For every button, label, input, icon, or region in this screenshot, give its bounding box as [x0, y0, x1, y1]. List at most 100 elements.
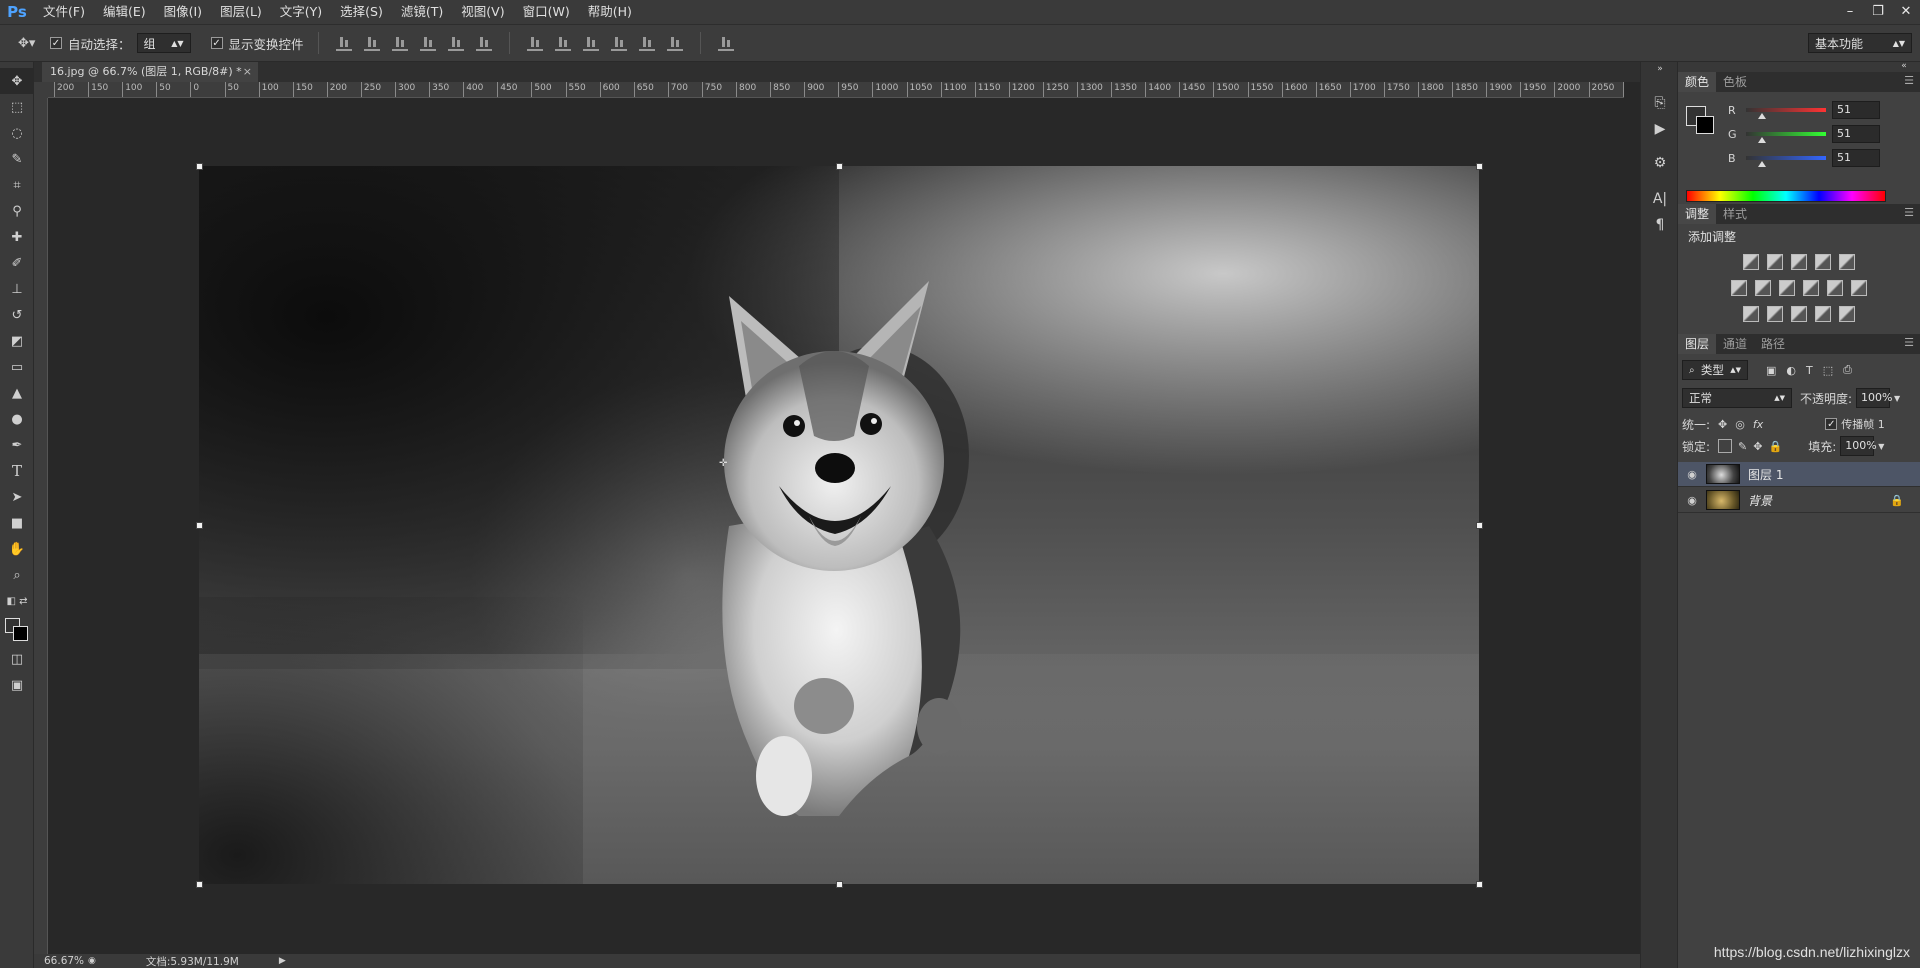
filter-type-icon[interactable]: T — [1806, 364, 1813, 377]
paragraph-panel-icon[interactable]: ¶ — [1641, 212, 1679, 238]
eraser-tool-icon[interactable]: ◩ — [0, 328, 34, 354]
align-right-icon[interactable] — [475, 35, 492, 51]
curves-icon[interactable] — [1791, 254, 1807, 270]
collapse-arrows-icon[interactable]: » — [1641, 62, 1679, 76]
red-slider[interactable] — [1746, 108, 1826, 119]
lock-transparent-icon[interactable] — [1718, 439, 1733, 453]
transform-handle-tc[interactable] — [836, 163, 843, 170]
transform-handle-bl[interactable] — [196, 881, 203, 888]
transform-handle-tl[interactable] — [196, 163, 203, 170]
tab-swatches[interactable]: 色板 — [1716, 72, 1754, 92]
restore-button[interactable]: ❐ — [1864, 0, 1892, 22]
healing-tool-icon[interactable]: ✚ — [0, 224, 34, 250]
type-tool-icon[interactable]: T — [0, 458, 34, 484]
red-slider-thumb[interactable] — [1758, 113, 1766, 119]
unify-style-icon[interactable]: fx — [1753, 418, 1763, 431]
vibrance-icon[interactable] — [1839, 254, 1855, 270]
filter-smart-object-icon[interactable]: ⎙ — [1843, 363, 1852, 377]
align-vcenter-icon[interactable] — [363, 35, 380, 51]
red-value-field[interactable]: 51 — [1832, 101, 1880, 119]
hand-tool-icon[interactable]: ✋ — [0, 536, 34, 562]
lock-image-icon[interactable]: ✎ — [1738, 440, 1747, 453]
green-slider[interactable] — [1746, 132, 1826, 143]
auto-select-dropdown[interactable]: 组 ▲▼ — [136, 33, 191, 53]
dropdown-arrow-icon[interactable]: ▼ — [1894, 394, 1900, 403]
transform-handle-br[interactable] — [1476, 881, 1483, 888]
threshold-icon[interactable] — [1791, 306, 1807, 322]
auto-select-checkbox[interactable]: ✓ — [50, 37, 62, 49]
panel-menu-icon[interactable]: ☰ — [1904, 74, 1914, 87]
move-tool-icon[interactable]: ✥▾ — [18, 36, 44, 51]
hue-saturation-icon[interactable] — [1731, 280, 1747, 296]
move-tool-icon[interactable]: ✥ — [0, 68, 34, 94]
character-panel-icon[interactable]: A| — [1641, 186, 1679, 212]
tab-layers[interactable]: 图层 — [1678, 334, 1717, 354]
panel-menu-icon[interactable]: ☰ — [1904, 206, 1914, 219]
invert-icon[interactable] — [1743, 306, 1759, 322]
status-menu-arrow-icon[interactable]: ▶ — [279, 956, 286, 966]
unify-visibility-icon[interactable]: ◎ — [1735, 418, 1745, 431]
levels-icon[interactable] — [1767, 254, 1783, 270]
lock-all-icon[interactable]: 🔒 — [1768, 440, 1782, 453]
align-left-icon[interactable] — [419, 35, 436, 51]
menu-view[interactable]: 视图(V) — [452, 0, 513, 24]
screen-mode-icon[interactable]: ▣ — [0, 672, 34, 698]
menu-help[interactable]: 帮助(H) — [579, 0, 641, 24]
distribute-hcenter-icon[interactable] — [638, 35, 655, 51]
menu-file[interactable]: 文件(F) — [34, 0, 94, 24]
photo-filter-icon[interactable] — [1803, 280, 1819, 296]
tab-adjustments[interactable]: 调整 — [1678, 204, 1717, 224]
align-bottom-icon[interactable] — [391, 35, 408, 51]
panel-collapse-icon[interactable]: « — [1894, 60, 1914, 72]
fill-field[interactable]: 100% — [1840, 436, 1877, 456]
panel-menu-icon[interactable]: ☰ — [1904, 336, 1914, 349]
gradient-map-icon[interactable] — [1839, 306, 1855, 322]
filter-shape-icon[interactable]: ⬚ — [1823, 364, 1833, 377]
transform-handle-mr[interactable] — [1476, 522, 1483, 529]
channel-mixer-icon[interactable] — [1827, 280, 1843, 296]
dropdown-arrow-icon[interactable]: ▼ — [1878, 442, 1884, 451]
zoom-level[interactable]: 66.67% — [34, 955, 88, 967]
color-lookup-icon[interactable] — [1851, 280, 1867, 296]
menu-window[interactable]: 窗口(W) — [514, 0, 579, 24]
posterize-icon[interactable] — [1767, 306, 1783, 322]
pen-tool-icon[interactable]: ✒ — [0, 432, 34, 458]
blur-tool-icon[interactable]: ▲ — [0, 380, 34, 406]
blue-slider[interactable] — [1746, 156, 1826, 167]
distribute-top-icon[interactable] — [526, 35, 543, 51]
green-value-field[interactable]: 51 — [1832, 125, 1880, 143]
history-panel-icon[interactable]: ⎘ — [1641, 90, 1679, 116]
opacity-field[interactable]: 100% — [1856, 388, 1893, 408]
green-slider-thumb[interactable] — [1758, 137, 1766, 143]
zoom-tool-icon[interactable]: ⌕ — [0, 562, 34, 588]
menu-filter[interactable]: 滤镜(T) — [392, 0, 452, 24]
propagate-frame-checkbox[interactable]: ✓ — [1825, 418, 1838, 430]
tab-color[interactable]: 颜色 — [1678, 72, 1717, 92]
filter-pixel-icon[interactable]: ▣ — [1766, 364, 1776, 377]
selective-color-icon[interactable] — [1815, 306, 1831, 322]
color-balance-icon[interactable] — [1755, 280, 1771, 296]
color-spectrum[interactable] — [1686, 190, 1886, 202]
layer-row-layer1[interactable]: ◉ 图层 1 — [1678, 462, 1920, 487]
shape-tool-icon[interactable]: ■ — [0, 510, 34, 536]
document-image[interactable]: ✛ — [199, 166, 1479, 884]
unify-position-icon[interactable]: ✥ — [1718, 418, 1727, 431]
minimize-button[interactable]: – — [1836, 0, 1864, 22]
show-transform-checkbox[interactable]: ✓ — [210, 37, 223, 49]
layer-name[interactable]: 图层 1 — [1748, 466, 1783, 483]
properties-panel-icon[interactable]: ⚙ — [1641, 150, 1679, 176]
background-swatch[interactable] — [1696, 116, 1714, 134]
blue-value-field[interactable]: 51 — [1832, 149, 1880, 167]
close-window-button[interactable]: ✕ — [1892, 0, 1920, 22]
menu-type[interactable]: 文字(Y) — [271, 0, 331, 24]
eye-icon[interactable]: ◉ — [1678, 468, 1706, 481]
blue-slider-thumb[interactable] — [1758, 161, 1766, 167]
distribute-right-icon[interactable] — [666, 35, 683, 51]
brush-tool-icon[interactable]: ✐ — [0, 250, 34, 276]
distribute-vcenter-icon[interactable] — [554, 35, 571, 51]
stamp-tool-icon[interactable]: ⊥ — [0, 276, 34, 302]
brightness-contrast-icon[interactable] — [1743, 254, 1759, 270]
quick-select-tool-icon[interactable]: ✎ — [0, 146, 34, 172]
eye-icon[interactable]: ◉ — [1678, 494, 1706, 507]
marquee-tool-icon[interactable]: ⬚ — [0, 94, 34, 120]
